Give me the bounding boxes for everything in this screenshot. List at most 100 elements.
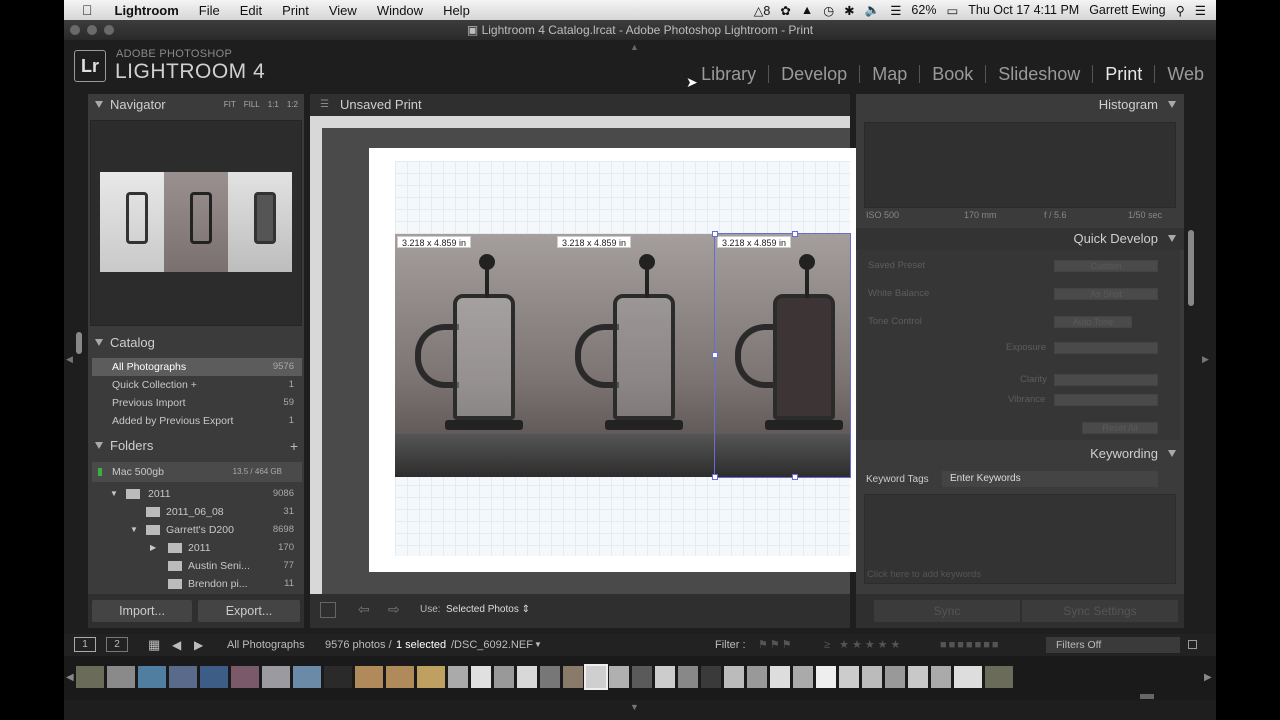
time-machine-icon[interactable]: ◷ [823, 3, 834, 18]
auto-tone-button[interactable]: Auto Tone [1054, 316, 1132, 328]
filmstrip-source[interactable]: All Photographs [227, 634, 305, 656]
photo-cell-selected[interactable]: 3.218 x 4.859 in [714, 233, 851, 478]
forward-arrow-icon[interactable]: ▶ [194, 634, 203, 656]
filmstrip-thumbnail[interactable] [816, 666, 836, 688]
selected-filename[interactable]: /DSC_6092.NEF [451, 634, 533, 656]
top-panel-toggle-icon[interactable]: ▲ [630, 42, 639, 52]
photo-cell[interactable]: 3.218 x 4.859 in [555, 234, 715, 477]
catalog-item-previous-import[interactable]: Previous Import 59 [92, 394, 302, 412]
filmstrip-thumbnail[interactable] [862, 666, 882, 688]
filter-lock-icon[interactable] [1188, 640, 1197, 649]
filmstrip-scroll-right-icon[interactable]: ▶ [1204, 672, 1212, 683]
filmstrip-thumbnail[interactable] [655, 666, 675, 688]
right-panel-toggle-icon[interactable]: ▶ [1202, 354, 1209, 365]
white-balance-select[interactable]: As Shot [1054, 288, 1158, 300]
saved-preset-select[interactable]: Custom [1054, 260, 1158, 272]
filmstrip-thumbnail[interactable] [839, 666, 859, 688]
catalog-item-added-by-export[interactable]: Added by Previous Export 1 [92, 412, 302, 430]
zoom-window-button[interactable] [104, 25, 114, 35]
filmstrip-thumbnail[interactable] [262, 666, 290, 688]
filmstrip-thumbnail[interactable] [747, 666, 767, 688]
filmstrip-thumbnail[interactable] [632, 666, 652, 688]
quick-develop-header[interactable]: Quick Develop [856, 228, 1184, 250]
volume-mac-500gb[interactable]: Mac 500gb 13.5 / 464 GB [92, 462, 302, 482]
module-print[interactable]: Print [1092, 65, 1154, 83]
filmstrip-thumbnail[interactable] [517, 666, 537, 688]
filmstrip-thumbnail[interactable] [107, 666, 135, 688]
histogram-header[interactable]: Histogram [856, 94, 1184, 116]
sync-button[interactable]: Sync [874, 600, 1020, 622]
catalog-header[interactable]: Catalog [88, 332, 304, 354]
folder-item[interactable]: ▼ 2011 9086 [92, 485, 302, 503]
add-folder-plus-icon[interactable]: + [290, 435, 298, 457]
filmstrip-thumbnail[interactable] [985, 666, 1013, 688]
catalog-item-quick-collection[interactable]: Quick Collection + 1 [92, 376, 302, 394]
menu-print[interactable]: Print [272, 3, 319, 18]
minimize-window-button[interactable] [87, 25, 97, 35]
catalog-item-all-photographs[interactable]: All Photographs 9576 [92, 358, 302, 376]
resize-handle[interactable] [792, 231, 798, 237]
nav-fit[interactable]: FIT [224, 94, 236, 116]
color-label-filter-icon[interactable]: ■■■■■■■ [940, 634, 1001, 656]
battery-icon[interactable]: ▭ [946, 3, 958, 18]
user-name[interactable]: Garrett Ewing [1089, 3, 1165, 17]
filmstrip-thumbnail[interactable] [609, 666, 629, 688]
rating-filter-stars-icon[interactable]: ≥ ★★★★★ [824, 634, 903, 656]
filmstrip-scroll-thumb[interactable] [1140, 694, 1154, 699]
filmstrip-thumbnail[interactable] [293, 666, 321, 688]
flag-filter-icon[interactable]: ⚑⚑⚑ [758, 634, 794, 656]
filmstrip-thumbnail[interactable] [200, 666, 228, 688]
vibrance-stepper[interactable] [1054, 394, 1158, 406]
clarity-stepper[interactable] [1054, 374, 1158, 386]
back-arrow-icon[interactable]: ◀ [172, 634, 181, 656]
filmstrip-thumbnail[interactable] [324, 666, 352, 688]
bottom-panel-toggle-icon[interactable]: ▼ [630, 702, 639, 712]
page-stop-icon[interactable] [320, 602, 336, 618]
close-window-button[interactable] [70, 25, 80, 35]
nav-fill[interactable]: FILL [244, 94, 260, 116]
filmstrip-thumbnail[interactable] [355, 666, 383, 688]
resize-handle[interactable] [712, 231, 718, 237]
nav-1to2[interactable]: 1:2 [287, 94, 298, 116]
layout-menu-icon[interactable]: ☰ [320, 94, 329, 116]
menu-edit[interactable]: Edit [230, 3, 272, 18]
folder-item[interactable]: ▶ 2011 170 [92, 539, 302, 557]
bluetooth-icon[interactable]: ✱ [844, 3, 854, 18]
filmstrip-thumbnail[interactable] [931, 666, 951, 688]
dropbox-icon[interactable]: ✿ [780, 3, 790, 18]
apple-menu-icon[interactable]:  [64, 2, 105, 18]
nav-1to1[interactable]: 1:1 [268, 94, 279, 116]
filmstrip-thumbnail[interactable] [770, 666, 790, 688]
exposure-stepper[interactable] [1054, 342, 1158, 354]
clock[interactable]: Thu Oct 17 4:11 PM [968, 3, 1079, 17]
filmstrip-thumbnail[interactable] [793, 666, 813, 688]
filmstrip-thumbnail[interactable] [678, 666, 698, 688]
grid-view-icon[interactable]: ▦ [148, 634, 160, 656]
expand-triangle-icon[interactable]: ▶ [150, 539, 156, 557]
filmstrip-thumbnail[interactable] [540, 666, 560, 688]
filmstrip-thumbnail[interactable] [231, 666, 259, 688]
filmstrip-scroll-left-icon[interactable]: ◀ [66, 672, 74, 683]
filmstrip-thumbnail[interactable] [563, 666, 583, 688]
previous-page-arrow-icon[interactable]: ⇦ [358, 601, 370, 618]
volume-icon[interactable]: 🔈 [865, 3, 881, 18]
folder-item[interactable]: ▼ Garrett's D200 8698 [92, 521, 302, 539]
module-book[interactable]: Book [919, 65, 985, 83]
menu-help[interactable]: Help [433, 3, 480, 18]
reset-all-button[interactable]: Reset All [1082, 422, 1158, 434]
module-map[interactable]: Map [859, 65, 919, 83]
filmstrip-thumbnail[interactable] [471, 666, 491, 688]
filmstrip-thumbnail[interactable] [494, 666, 514, 688]
filmstrip-thumbnail[interactable] [76, 666, 104, 688]
filmstrip-thumbnail[interactable] [885, 666, 905, 688]
filmstrip-thumbnail[interactable] [701, 666, 721, 688]
keywords-textarea[interactable]: Click here to add keywords [864, 494, 1176, 584]
export-button[interactable]: Export... [198, 600, 300, 622]
next-page-arrow-icon[interactable]: ⇨ [388, 601, 400, 618]
folders-header[interactable]: Folders + [88, 435, 304, 457]
menu-window[interactable]: Window [367, 3, 433, 18]
photo-cell[interactable]: 3.218 x 4.859 in [395, 234, 555, 477]
menu-app-name[interactable]: Lightroom [105, 3, 189, 18]
module-web[interactable]: Web [1154, 65, 1216, 83]
filter-preset-select[interactable]: Filters Off [1046, 637, 1180, 653]
